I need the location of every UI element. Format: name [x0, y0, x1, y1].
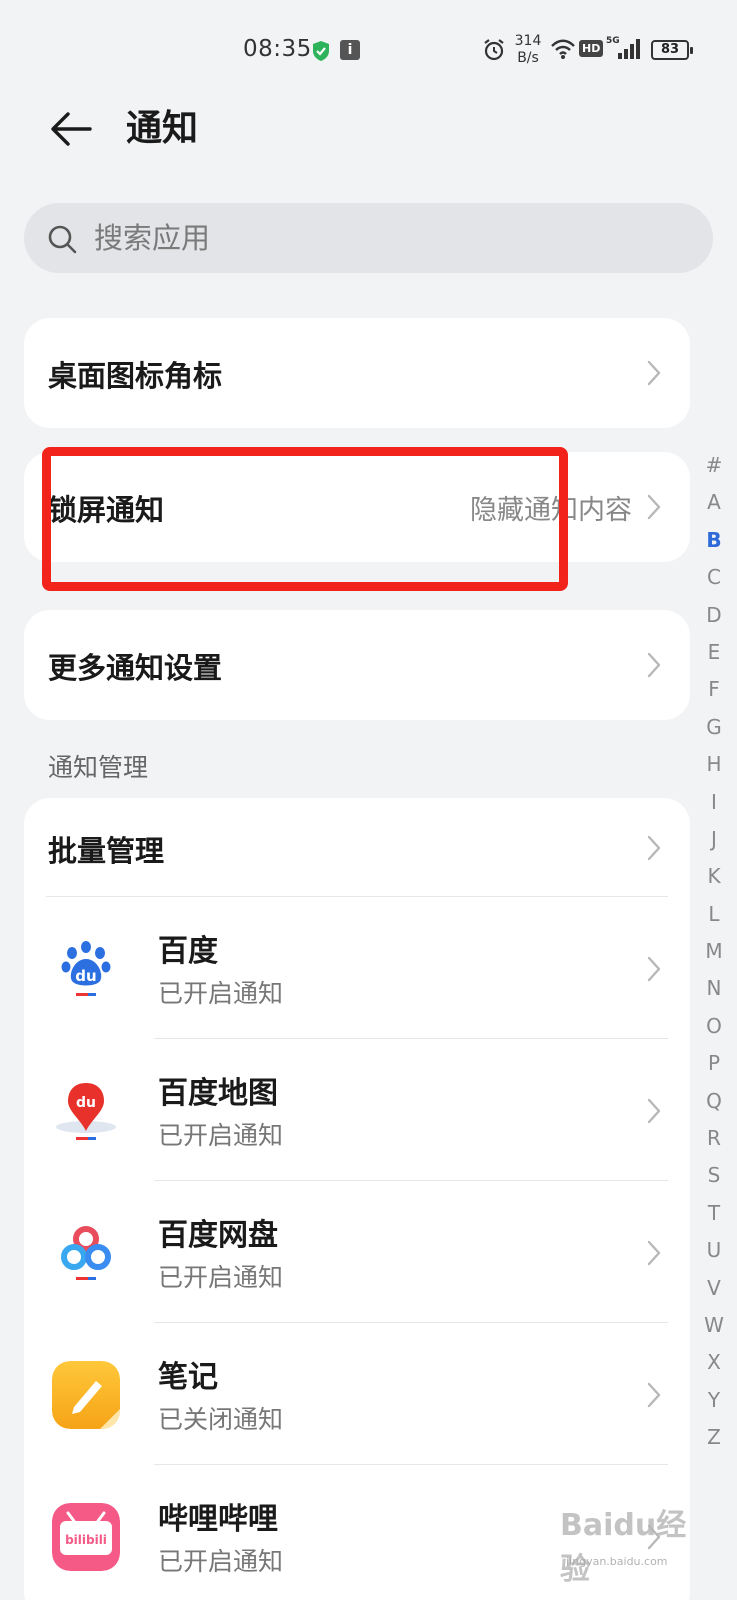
- batch-manage-row[interactable]: 批量管理: [24, 798, 690, 898]
- divider: [154, 1322, 668, 1323]
- list-item[interactable]: 百度网盘 已开启通知: [24, 1182, 690, 1324]
- chevron-right-icon: [647, 956, 661, 982]
- baidu-icon: du: [61, 941, 111, 996]
- app-status: 已开启通知: [158, 1263, 284, 1292]
- wifi-icon: [551, 39, 575, 59]
- chevron-right-icon: [647, 1098, 661, 1124]
- network-speed-value: 314: [514, 33, 542, 49]
- notes-icon: [52, 1361, 120, 1429]
- alphabet-index-item[interactable]: K: [700, 858, 728, 895]
- bilibili-icon: bilibili: [52, 1503, 120, 1571]
- divider: [46, 896, 668, 897]
- setting-desktop-badge[interactable]: 桌面图标角标: [24, 318, 690, 428]
- search-bar[interactable]: [24, 203, 713, 273]
- watermark-logo: Baidu经验: [560, 1508, 687, 1587]
- setting-more-notifications[interactable]: 更多通知设置: [24, 610, 690, 720]
- alphabet-index-item[interactable]: Y: [700, 1382, 728, 1419]
- status-bar: 08:35 i 314 B/s HD 5G 83: [0, 0, 737, 100]
- notification-management-list: 批量管理 du 百度 已开启通知 du 百度地图 已开启通知 百度网盘 已开启通…: [24, 798, 690, 1600]
- alphabet-index-item[interactable]: H: [700, 746, 728, 783]
- alphabet-index-item[interactable]: S: [700, 1157, 728, 1194]
- alphabet-index-item[interactable]: L: [700, 896, 728, 933]
- app-name: 笔记: [158, 1360, 218, 1395]
- app-status: 已开启通知: [158, 1121, 284, 1150]
- alphabet-index-item[interactable]: D: [700, 597, 728, 634]
- batch-manage-label: 批量管理: [48, 834, 165, 868]
- alphabet-index-item[interactable]: T: [700, 1195, 728, 1232]
- alphabet-index-item[interactable]: A: [700, 484, 728, 521]
- list-item[interactable]: du 百度 已开启通知: [24, 898, 690, 1040]
- divider: [154, 1038, 668, 1039]
- alphabet-index[interactable]: # A B C D E F G H I J K L M N O P Q R S T U V W X Y Z: [700, 447, 728, 1457]
- back-button[interactable]: [46, 104, 96, 154]
- status-time: 08:35: [243, 36, 312, 62]
- baidu-map-logo-text: du: [76, 1095, 96, 1111]
- alphabet-index-item[interactable]: Q: [700, 1083, 728, 1120]
- chevron-right-icon: [647, 1382, 661, 1408]
- list-item[interactable]: 笔记 已关闭通知: [24, 1324, 690, 1466]
- chevron-right-icon: [647, 835, 661, 861]
- app-name: 百度: [158, 934, 218, 969]
- setting-label: 桌面图标角标: [48, 359, 223, 393]
- app-status: 已开启通知: [158, 979, 284, 1008]
- alphabet-index-item[interactable]: C: [700, 559, 728, 596]
- app-name: 哔哩哔哩: [158, 1502, 278, 1537]
- section-title: 通知管理: [48, 753, 149, 782]
- chevron-right-icon: [647, 652, 661, 678]
- signal-icon: [618, 39, 640, 59]
- list-item[interactable]: du 百度地图 已开启通知: [24, 1040, 690, 1182]
- bilibili-logo-text: bilibili: [65, 1533, 107, 1547]
- baidu-netdisk-icon: [61, 1226, 111, 1280]
- alphabet-index-item[interactable]: I: [700, 784, 728, 821]
- alphabet-index-item[interactable]: W: [700, 1307, 728, 1344]
- search-icon: [48, 225, 77, 254]
- alarm-icon: [484, 39, 504, 61]
- info-icon: i: [340, 40, 360, 60]
- divider: [154, 1180, 668, 1181]
- alphabet-index-item[interactable]: O: [700, 1008, 728, 1045]
- alphabet-index-item[interactable]: R: [700, 1120, 728, 1157]
- alphabet-index-item[interactable]: Z: [700, 1419, 728, 1456]
- search-input[interactable]: [94, 203, 654, 273]
- alphabet-index-item[interactable]: G: [700, 709, 728, 746]
- network-speed: 314 B/s: [512, 33, 544, 67]
- alphabet-index-item[interactable]: E: [700, 634, 728, 671]
- alphabet-index-item[interactable]: F: [700, 671, 728, 708]
- chevron-right-icon: [647, 360, 661, 386]
- alphabet-index-item[interactable]: U: [700, 1232, 728, 1269]
- shield-check-icon: [313, 41, 329, 61]
- baidu-map-icon: du: [56, 1083, 116, 1140]
- alphabet-index-item[interactable]: M: [700, 933, 728, 970]
- network-speed-unit: B/s: [517, 50, 539, 66]
- chevron-right-icon: [647, 1240, 661, 1266]
- alphabet-index-item[interactable]: #: [700, 447, 728, 484]
- app-name: 百度地图: [158, 1076, 278, 1111]
- alphabet-index-item[interactable]: J: [700, 821, 728, 858]
- setting-label: 更多通知设置: [48, 651, 223, 685]
- app-status: 已关闭通知: [158, 1405, 284, 1434]
- app-name: 百度网盘: [158, 1218, 278, 1253]
- watermark-url: jingyan.baidu.com: [566, 1555, 668, 1568]
- alphabet-index-item[interactable]: X: [700, 1344, 728, 1381]
- chevron-right-icon: [647, 494, 661, 520]
- hd-badge: HD: [579, 40, 604, 57]
- alphabet-index-item[interactable]: N: [700, 970, 728, 1007]
- alphabet-index-item[interactable]: B: [700, 522, 728, 559]
- highlight-box: [42, 447, 568, 591]
- divider: [154, 1464, 668, 1465]
- alphabet-index-item[interactable]: P: [700, 1045, 728, 1082]
- alphabet-index-item[interactable]: V: [700, 1270, 728, 1307]
- baidu-logo-text: du: [75, 967, 96, 985]
- app-status: 已开启通知: [158, 1547, 284, 1576]
- page-title: 通知: [126, 108, 199, 149]
- battery-icon: 83: [651, 40, 693, 60]
